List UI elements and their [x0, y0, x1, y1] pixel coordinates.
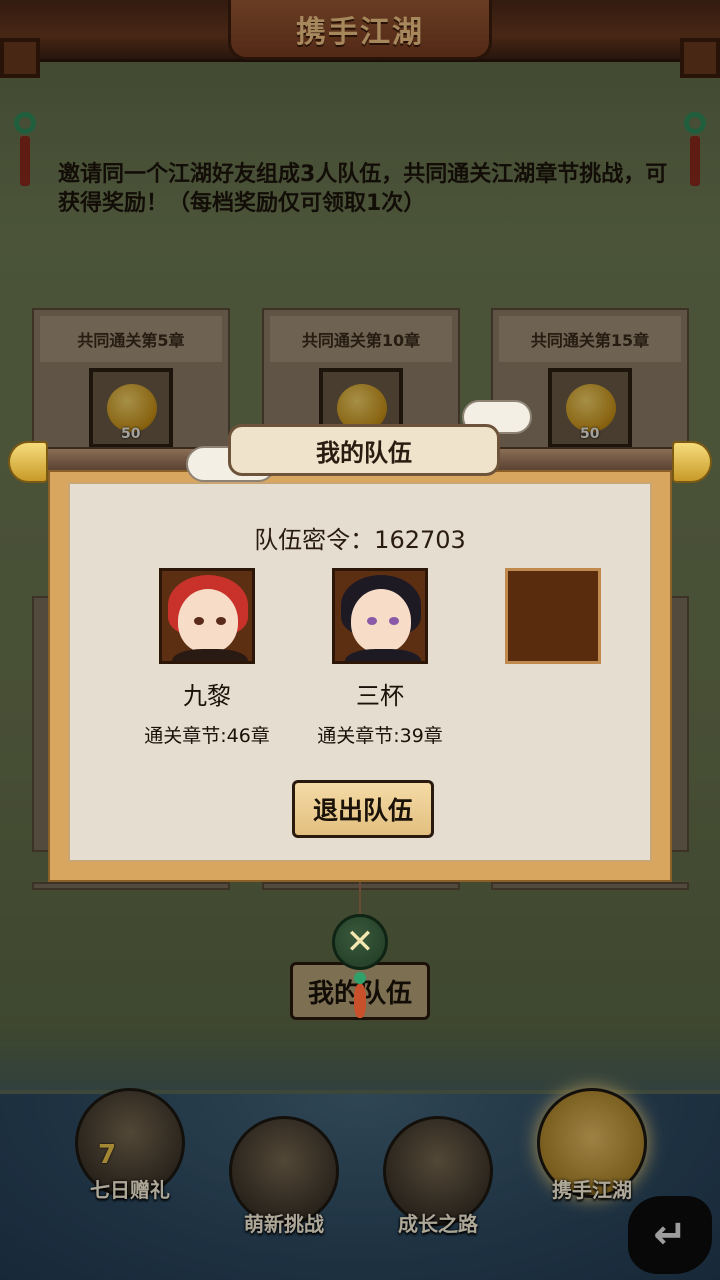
modal-title: 我的队伍	[228, 424, 500, 476]
avatar-eye	[389, 617, 399, 625]
member-avatar[interactable]	[159, 568, 255, 664]
team-member-1[interactable]: 九黎 通关章节:46章	[122, 568, 292, 748]
pendant-tassel-icon	[354, 984, 366, 1018]
team-panel-inner: 队伍密令：162703 九黎 通关章节:46章 三杯 通关章节:39章 退出队伍	[68, 482, 652, 862]
team-panel: 队伍密令：162703 九黎 通关章节:46章 三杯 通关章节:39章 退出队伍	[48, 470, 672, 882]
scroll-cap-left	[8, 441, 48, 483]
avatar-face	[351, 589, 411, 653]
jade-bead-icon	[354, 972, 366, 984]
leave-team-button[interactable]: 退出队伍	[292, 780, 434, 838]
crossed-swords-close-icon: ✕	[345, 922, 375, 962]
avatar-face	[178, 589, 238, 653]
avatar-eye	[216, 617, 226, 625]
team-member-empty-slot[interactable]	[468, 568, 638, 664]
close-button[interactable]: ✕	[332, 914, 388, 970]
member-avatar[interactable]	[332, 568, 428, 664]
my-team-modal: 队伍密令：162703 九黎 通关章节:46章 三杯 通关章节:39章 退出队伍…	[0, 0, 720, 1280]
pendant-string	[359, 882, 361, 916]
avatar-eye	[367, 617, 377, 625]
avatar-body	[172, 649, 248, 661]
member-chapter: 通关章节:46章	[144, 725, 270, 747]
team-member-2[interactable]: 三杯 通关章节:39章	[295, 568, 465, 748]
avatar-body	[345, 649, 421, 661]
team-code: 队伍密令：162703	[254, 526, 466, 554]
member-chapter: 通关章节:39章	[317, 725, 443, 747]
empty-member-slot[interactable]	[505, 568, 601, 664]
member-name: 三杯	[356, 682, 404, 710]
avatar-eye	[194, 617, 204, 625]
scroll-cap-right	[672, 441, 712, 483]
member-name: 九黎	[183, 682, 231, 710]
